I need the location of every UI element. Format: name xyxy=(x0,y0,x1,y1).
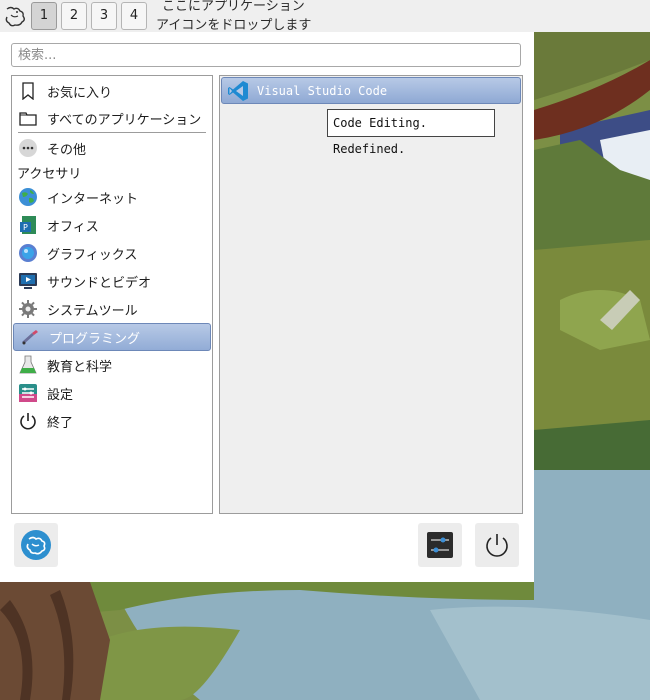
category-favorites[interactable]: お気に入り xyxy=(12,77,212,105)
graphics-icon xyxy=(17,242,39,264)
category-label: サウンドとビデオ xyxy=(47,275,152,291)
office-document-icon: P xyxy=(17,214,39,236)
category-label: システムツール xyxy=(47,303,138,319)
settings-manager-button[interactable] xyxy=(418,523,462,567)
workspace-button-4[interactable]: 4 xyxy=(121,2,147,30)
app-item-visual-studio-code[interactable]: Visual Studio Code xyxy=(221,77,521,104)
globe-icon xyxy=(17,186,39,208)
category-other[interactable]: その他 xyxy=(12,134,212,162)
category-list: お気に入り すべてのアプリケーション その他 アクセサリ インターネット P オ… xyxy=(11,75,213,514)
bookmark-icon xyxy=(17,80,39,102)
category-label: 設定 xyxy=(47,387,74,403)
category-heading-accessories[interactable]: アクセサリ xyxy=(17,163,81,182)
drop-hint-line2: アイコンをドロップします xyxy=(156,18,312,33)
category-label: オフィス xyxy=(47,219,99,235)
user-avatar-button[interactable] xyxy=(14,523,58,567)
power-icon xyxy=(17,410,39,432)
category-label: その他 xyxy=(47,142,87,158)
category-separator xyxy=(18,132,206,133)
category-label: インターネット xyxy=(47,191,139,207)
programming-icon xyxy=(19,326,41,348)
power-button[interactable] xyxy=(475,523,519,567)
category-programming[interactable]: プログラミング xyxy=(13,323,211,351)
top-panel: 1 2 3 4 ここにアプリケーション アイコンをドロップします xyxy=(0,0,650,35)
launcher-drop-hint: ここにアプリケーション アイコンをドロップします xyxy=(156,0,326,35)
power-icon xyxy=(486,534,508,557)
category-all-applications[interactable]: すべてのアプリケーション xyxy=(12,104,212,132)
folder-icon xyxy=(17,107,39,129)
xfce-logo-icon xyxy=(21,530,51,560)
app-tooltip: Code Editing. Redefined. xyxy=(327,109,495,156)
category-label: プログラミング xyxy=(49,331,141,347)
workspace-button-1[interactable]: 1 xyxy=(31,2,57,30)
flask-icon xyxy=(17,354,39,376)
search-input[interactable] xyxy=(11,43,521,67)
settings-sliders-icon xyxy=(427,532,453,558)
category-label: お気に入り xyxy=(47,85,113,101)
svg-text:P: P xyxy=(23,223,28,232)
whisker-menu-logo-icon[interactable] xyxy=(2,3,28,29)
category-sound-video[interactable]: サウンドとビデオ xyxy=(12,267,212,295)
category-settings[interactable]: 設定 xyxy=(12,379,212,407)
app-name: Visual Studio Code xyxy=(257,83,388,98)
gear-icon xyxy=(17,298,39,320)
workspace-button-2[interactable]: 2 xyxy=(61,2,87,30)
category-label: 終了 xyxy=(47,415,74,431)
media-player-icon xyxy=(17,270,39,292)
category-label: グラフィックス xyxy=(47,247,138,263)
workspace-button-3[interactable]: 3 xyxy=(91,2,117,30)
category-label: すべてのアプリケーション xyxy=(47,112,202,128)
settings-icon xyxy=(17,382,39,404)
category-quit[interactable]: 終了 xyxy=(12,407,212,435)
category-label: 教育と科学 xyxy=(47,359,113,375)
more-icon xyxy=(17,137,39,159)
vscode-icon xyxy=(227,80,249,102)
category-system-tools[interactable]: システムツール xyxy=(12,295,212,323)
category-education-science[interactable]: 教育と科学 xyxy=(12,351,212,379)
category-office[interactable]: P オフィス xyxy=(12,211,212,239)
category-graphics[interactable]: グラフィックス xyxy=(12,239,212,267)
drop-hint-line1: ここにアプリケーション xyxy=(162,0,305,14)
category-internet[interactable]: インターネット xyxy=(12,183,212,211)
